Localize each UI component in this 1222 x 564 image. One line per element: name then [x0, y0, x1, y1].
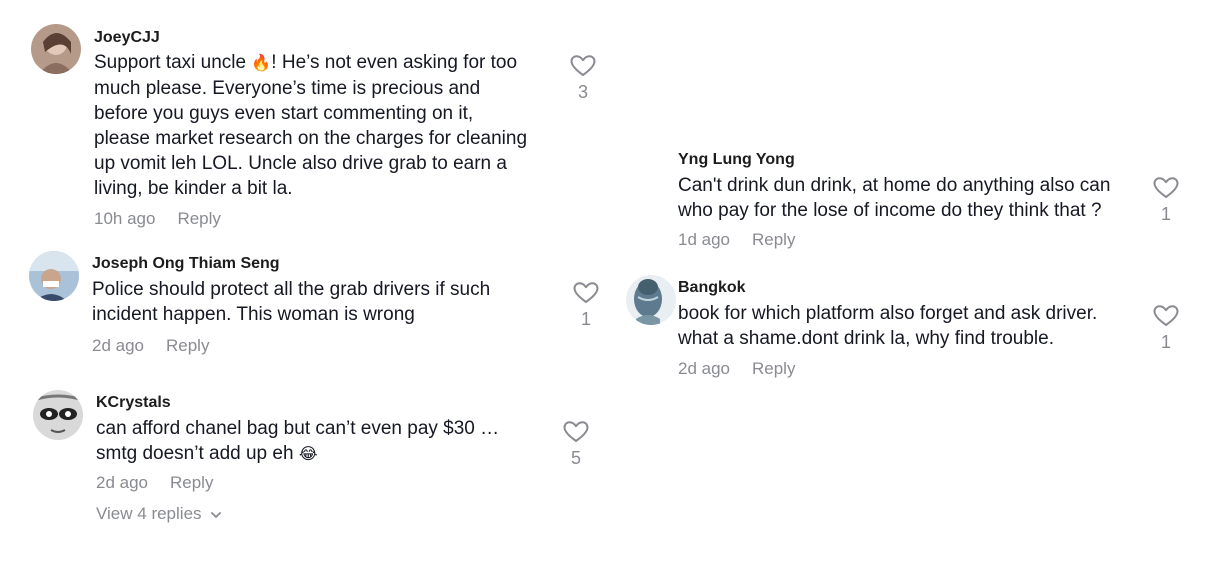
timestamp: 1d ago [678, 230, 730, 249]
avatar[interactable] [31, 24, 81, 74]
like-count: 1 [1160, 332, 1171, 352]
comment-text: book for which platform also forget and … [678, 303, 1098, 349]
heart-icon[interactable] [570, 55, 596, 77]
username[interactable]: Joseph Ong Thiam Seng [92, 255, 280, 273]
avatar[interactable] [626, 275, 676, 325]
username[interactable]: Yng Lung Yong [678, 151, 795, 169]
heart-icon[interactable] [1153, 305, 1179, 327]
comment-meta: 10h ago Reply [94, 209, 221, 229]
avatar[interactable] [33, 390, 83, 440]
comment-meta: 1d ago Reply [678, 230, 795, 250]
reply-button[interactable]: Reply [752, 359, 795, 378]
like-count: 1 [580, 309, 591, 329]
reply-button[interactable]: Reply [177, 209, 220, 228]
heart-icon[interactable] [1153, 177, 1179, 199]
chevron-down-icon [211, 511, 222, 518]
comment-text: can afford chanel bag but can’t even pay… [96, 418, 500, 464]
timestamp: 2d ago [678, 359, 730, 378]
username[interactable]: JoeyCJJ [94, 29, 160, 47]
timestamp: 2d ago [96, 473, 148, 492]
reply-button[interactable]: Reply [752, 230, 795, 249]
comment-meta: 2d ago Reply [92, 336, 209, 356]
comment-text: Can't drink dun drink, at home do anythi… [678, 175, 1111, 221]
comment-meta: 2d ago Reply [96, 473, 213, 493]
fire-emoji: 🔥 [251, 55, 272, 72]
heart-icon[interactable] [563, 421, 589, 443]
heart-icon[interactable] [573, 282, 599, 304]
like-count: 1 [1160, 204, 1171, 224]
like-count: 3 [577, 82, 588, 102]
reply-button[interactable]: Reply [166, 336, 209, 355]
comment-text: Police should protect all the grab drive… [92, 279, 491, 325]
username[interactable]: Bangkok [678, 279, 746, 297]
reply-button[interactable]: Reply [170, 473, 213, 492]
like-count: 5 [570, 448, 581, 468]
comment-meta: 2d ago Reply [678, 359, 795, 379]
username[interactable]: KCrystals [96, 394, 171, 412]
avatar[interactable] [29, 251, 79, 301]
timestamp: 10h ago [94, 209, 156, 228]
laughing-emoji: 😂 [298, 446, 318, 463]
view-replies-button[interactable]: View 4 replies [96, 504, 222, 524]
comment-text: Support taxi uncle 🔥! He’s not even aski… [94, 52, 528, 199]
timestamp: 2d ago [92, 336, 144, 355]
